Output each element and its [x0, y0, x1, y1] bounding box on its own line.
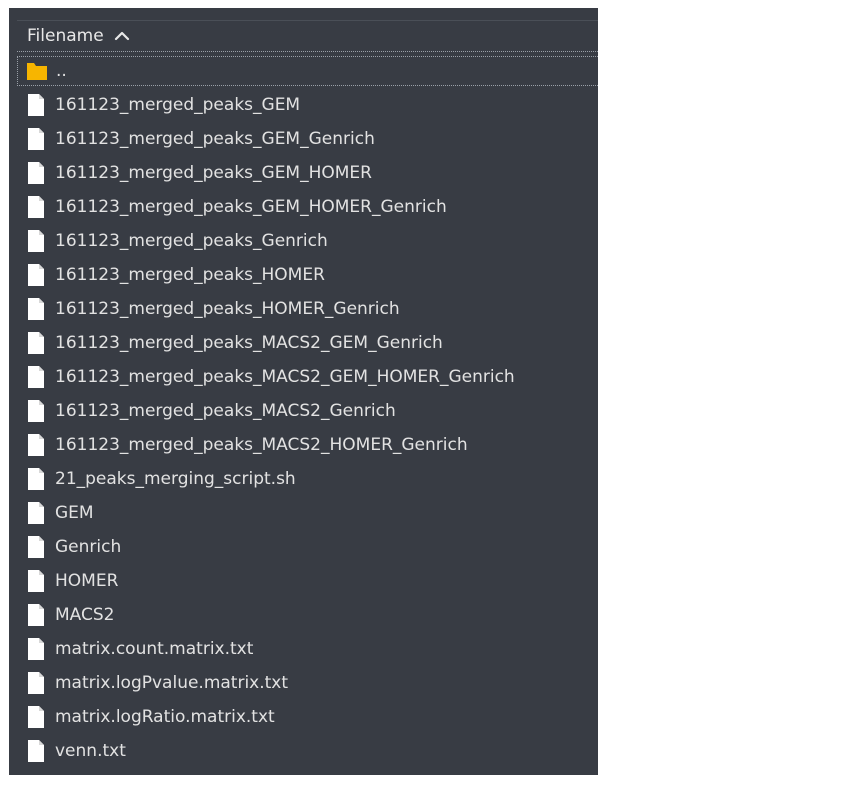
file-row[interactable]: 161123_merged_peaks_GEM_Genrich: [17, 122, 598, 156]
file-icon: [25, 705, 47, 729]
file-icon: [25, 331, 47, 355]
file-name: 161123_merged_peaks_HOMER_Genrich: [55, 299, 400, 319]
file-icon: [25, 93, 47, 117]
file-name: 161123_merged_peaks_GEM_Genrich: [55, 129, 375, 149]
file-icon: [25, 535, 47, 559]
file-icon: [25, 195, 47, 219]
file-name: matrix.logRatio.matrix.txt: [55, 707, 275, 727]
file-name: 161123_merged_peaks_GEM_HOMER_Genrich: [55, 197, 447, 217]
file-icon: [25, 467, 47, 491]
file-row[interactable]: 161123_merged_peaks_MACS2_Genrich: [17, 394, 598, 428]
file-row[interactable]: matrix.count.matrix.txt: [17, 632, 598, 666]
file-icon: [25, 161, 47, 185]
file-name: 21_peaks_merging_script.sh: [55, 469, 296, 489]
file-icon: [25, 569, 47, 593]
file-row[interactable]: 161123_merged_peaks_MACS2_GEM_Genrich: [17, 326, 598, 360]
file-name: 161123_merged_peaks_MACS2_GEM_HOMER_Genr…: [55, 367, 515, 387]
file-icon: [25, 739, 47, 763]
parent-directory-row[interactable]: ..: [17, 56, 598, 86]
file-list-panel: Filename .. 161123_merged_peaks_GEM 16112…: [9, 8, 598, 775]
file-row[interactable]: 161123_merged_peaks_HOMER: [17, 258, 598, 292]
file-name: 161123_merged_peaks_Genrich: [55, 231, 328, 251]
file-row[interactable]: 21_peaks_merging_script.sh: [17, 462, 598, 496]
file-name: Genrich: [55, 537, 122, 557]
file-row[interactable]: matrix.logRatio.matrix.txt: [17, 700, 598, 734]
file-name: GEM: [55, 503, 94, 523]
column-header-label: Filename: [27, 26, 104, 46]
file-icon: [25, 671, 47, 695]
file-row[interactable]: HOMER: [17, 564, 598, 598]
parent-directory-label: ..: [56, 61, 67, 81]
file-name: HOMER: [55, 571, 119, 591]
file-icon: [25, 297, 47, 321]
file-icon: [25, 365, 47, 389]
file-icon: [25, 637, 47, 661]
file-row[interactable]: 161123_merged_peaks_MACS2_HOMER_Genrich: [17, 428, 598, 462]
file-icon: [25, 127, 47, 151]
file-row[interactable]: MACS2: [17, 598, 598, 632]
file-name: 161123_merged_peaks_GEM: [55, 95, 301, 115]
folder-icon: [26, 59, 48, 83]
file-row[interactable]: 161123_merged_peaks_MACS2_GEM_HOMER_Genr…: [17, 360, 598, 394]
file-row[interactable]: 161123_merged_peaks_HOMER_Genrich: [17, 292, 598, 326]
filename-column-header[interactable]: Filename: [17, 20, 598, 52]
chevron-up-icon: [112, 26, 132, 46]
file-icon: [25, 433, 47, 457]
file-icon: [25, 263, 47, 287]
file-name: 161123_merged_peaks_HOMER: [55, 265, 325, 285]
file-name: venn.txt: [55, 741, 126, 761]
file-row[interactable]: venn.txt: [17, 734, 598, 768]
file-name: matrix.count.matrix.txt: [55, 639, 254, 659]
file-name: matrix.logPvalue.matrix.txt: [55, 673, 289, 693]
file-name: 161123_merged_peaks_GEM_HOMER: [55, 163, 372, 183]
file-list: .. 161123_merged_peaks_GEM 161123_merged_…: [17, 56, 598, 768]
file-icon: [25, 399, 47, 423]
file-name: 161123_merged_peaks_MACS2_HOMER_Genrich: [55, 435, 468, 455]
file-name: MACS2: [55, 605, 115, 625]
file-row[interactable]: Genrich: [17, 530, 598, 564]
file-row[interactable]: 161123_merged_peaks_Genrich: [17, 224, 598, 258]
file-row[interactable]: 161123_merged_peaks_GEM: [17, 88, 598, 122]
file-name: 161123_merged_peaks_MACS2_GEM_Genrich: [55, 333, 443, 353]
file-icon: [25, 501, 47, 525]
file-row[interactable]: GEM: [17, 496, 598, 530]
file-icon: [25, 603, 47, 627]
file-row[interactable]: 161123_merged_peaks_GEM_HOMER_Genrich: [17, 190, 598, 224]
file-row[interactable]: 161123_merged_peaks_GEM_HOMER: [17, 156, 598, 190]
file-icon: [25, 229, 47, 253]
file-row[interactable]: matrix.logPvalue.matrix.txt: [17, 666, 598, 700]
file-name: 161123_merged_peaks_MACS2_Genrich: [55, 401, 396, 421]
